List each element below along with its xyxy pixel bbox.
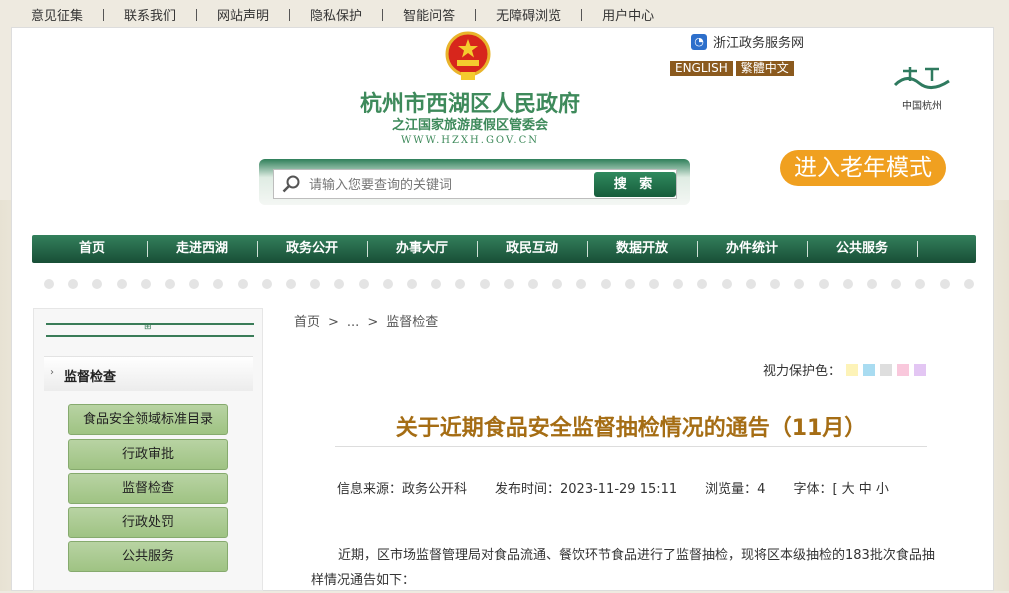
divider: [196, 9, 198, 21]
article-body: 近期，区市场监督管理局对食品流通、餐饮环节食品进行了监督抽检，现将区本级抽检的1…: [311, 548, 935, 588]
sidebar-item-admin-penalty[interactable]: 行政处罚: [68, 507, 228, 538]
divider: [289, 9, 291, 21]
search-bar: 搜 索: [259, 159, 690, 205]
top-link-user-center[interactable]: 用户中心: [602, 5, 654, 24]
vision-swatch-blue[interactable]: [863, 363, 876, 376]
sidebar-item-food-standards[interactable]: 食品安全领域标准目录: [68, 404, 228, 435]
hangzhou-logo-icon: [893, 67, 950, 89]
vision-swatch-pink[interactable]: [897, 363, 910, 376]
top-link-privacy[interactable]: 隐私保护: [310, 5, 362, 24]
vision-protection-label: 视力保护色：: [763, 364, 842, 379]
article-meta: 信息来源：政务公开科 发布时间：2023-11-29 15:11 浏览量：4 字体：[…: [337, 478, 917, 497]
breadcrumb-current[interactable]: 监督检查: [386, 315, 438, 330]
search-icon: [282, 175, 300, 193]
sidebar-heading-label: 监督检查: [64, 370, 117, 385]
nav-item-gov-affairs[interactable]: 政务公开: [257, 235, 367, 263]
article-views: 浏览量：4: [705, 482, 766, 497]
top-link-smart-qa[interactable]: 智能问答: [403, 5, 455, 24]
zhejiang-service-icon: ◔: [691, 33, 707, 50]
nav-item-statistics[interactable]: 办件统计: [697, 235, 807, 263]
top-links: 意见征集 联系我们 网站声明 隐私保护 智能问答 无障碍浏览 用户中心: [31, 5, 654, 24]
search-box: 搜 索: [273, 169, 677, 199]
site-subtitle: 之江国家旅游度假区管委会: [391, 118, 548, 133]
top-link-feedback[interactable]: 意见征集: [31, 5, 83, 24]
breadcrumb: 首页 >... > 监督检查: [294, 311, 446, 330]
vision-protection: 视力保护色：: [763, 360, 927, 379]
divider: [335, 446, 927, 447]
site-url: WWW.HZXH.GOV.CN: [400, 135, 540, 146]
article-source: 信息来源：政务公开科: [337, 482, 468, 497]
sidebar-item-supervision[interactable]: 监督检查: [68, 473, 228, 504]
top-utility-bar: 意见征集 联系我们 网站声明 隐私保护 智能问答 无障碍浏览 用户中心: [0, 0, 1009, 27]
nav-item-home[interactable]: 首页: [37, 235, 147, 263]
vision-swatch-purple[interactable]: [914, 363, 927, 376]
chevron-right-icon: ›: [50, 367, 54, 378]
sidebar-heading[interactable]: › 监督检查: [44, 356, 253, 391]
font-size-control[interactable]: 字体：[ 大 中 小: [793, 478, 888, 497]
divider: [103, 9, 105, 21]
hangzhou-logo-text: 中国杭州: [902, 101, 942, 112]
divider: [382, 9, 384, 21]
divider: [475, 9, 477, 21]
nav-item-open-data[interactable]: 数据开放: [587, 235, 697, 263]
traditional-chinese-link[interactable]: 繁體中文: [735, 61, 794, 76]
national-emblem-icon: [445, 31, 491, 80]
main-nav: 首页 走进西湖 政务公开 办事大厅 政民互动 数据开放 办件统计 公共服务: [32, 235, 976, 263]
search-button[interactable]: 搜 索: [594, 172, 676, 197]
breadcrumb-separator: >: [367, 315, 379, 330]
nav-item-service-hall[interactable]: 办事大厅: [367, 235, 477, 263]
english-link[interactable]: ENGLISH: [670, 61, 733, 76]
sidebar-decoration: ⊞: [46, 322, 254, 337]
elder-mode-button[interactable]: 进入老年模式: [780, 150, 946, 186]
language-switcher: ENGLISH 繁體中文: [670, 61, 797, 76]
decorative-dots: [44, 279, 974, 289]
vision-swatch-yellow[interactable]: [846, 363, 859, 376]
breadcrumb-ellipsis[interactable]: ...: [347, 315, 359, 330]
top-link-accessibility[interactable]: 无障碍浏览: [496, 5, 561, 24]
search-input[interactable]: [307, 173, 591, 197]
breadcrumb-separator: >: [328, 315, 339, 330]
top-link-contact[interactable]: 联系我们: [124, 5, 176, 24]
sidebar-item-admin-approval[interactable]: 行政审批: [68, 439, 228, 470]
hangzhou-logo: 中国杭州: [890, 63, 954, 112]
vision-swatch-gray[interactable]: [880, 363, 893, 376]
nav-divider: [917, 241, 918, 257]
article-title: 关于近期食品安全监督抽检情况的通告（11月）: [395, 416, 867, 441]
sidebar-item-public-service[interactable]: 公共服务: [68, 541, 228, 572]
breadcrumb-home[interactable]: 首页: [294, 315, 320, 330]
nav-item-interaction[interactable]: 政民互动: [477, 235, 587, 263]
top-link-statement[interactable]: 网站声明: [217, 5, 269, 24]
zhejiang-service-label: 浙江政务服务网: [713, 36, 805, 51]
zhejiang-service-link[interactable]: ◔ 浙江政务服务网: [691, 32, 804, 51]
article-publish-time: 发布时间：2023-11-29 15:11: [495, 482, 678, 497]
divider: [581, 9, 583, 21]
nav-item-public-service[interactable]: 公共服务: [807, 235, 917, 263]
nav-item-about[interactable]: 走进西湖: [147, 235, 257, 263]
